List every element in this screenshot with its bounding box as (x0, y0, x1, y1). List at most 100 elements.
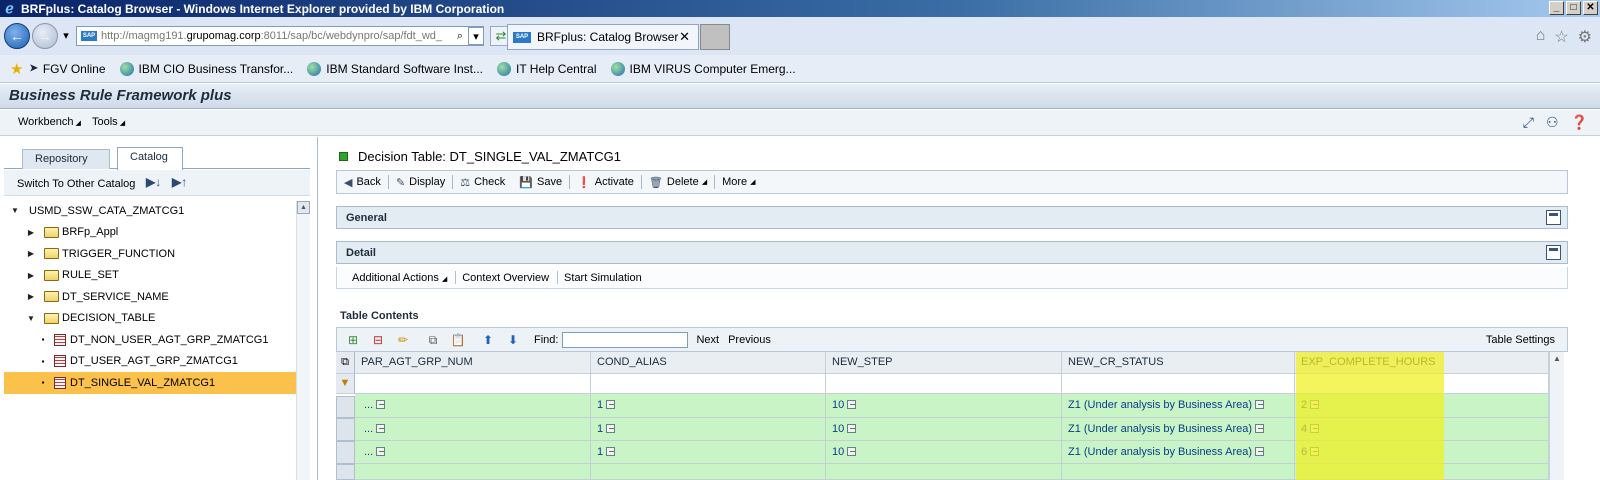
table-cell[interactable] (1062, 464, 1295, 480)
table-cell[interactable]: 6 (1295, 441, 1549, 464)
favorite-link[interactable]: IBM CIO Business Transfor... (119, 61, 293, 76)
tree-scrollbar[interactable]: ▲ (296, 201, 310, 480)
switch-catalog-button[interactable]: Switch To Other Catalog (17, 178, 135, 190)
previous-button[interactable]: Previous (728, 334, 771, 346)
filter-cell[interactable] (826, 374, 1062, 394)
column-header[interactable]: COND_ALIAS (591, 352, 826, 374)
address-dropdown-icon[interactable]: ▾ (468, 27, 484, 45)
edit-pencil-icon[interactable]: ✏ (394, 332, 412, 348)
add-favorite-icon[interactable]: ★ (10, 60, 23, 78)
fullscreen-icon[interactable]: ⤢ (1523, 114, 1534, 131)
filter-cell[interactable] (1062, 374, 1295, 394)
filter-cell[interactable] (355, 374, 591, 394)
table-cell[interactable]: ... (355, 441, 591, 464)
tree-leaf[interactable]: ▪ DT_NON_USER_AGT_GRP_ZMATCG1 (4, 329, 298, 351)
edit-cell-icon[interactable] (1310, 400, 1320, 409)
edit-cell-icon[interactable] (847, 424, 857, 433)
edit-cell-icon[interactable] (1255, 424, 1265, 433)
table-cell[interactable]: 10 (826, 394, 1062, 418)
save-button[interactable]: 💾 Save (512, 171, 569, 193)
browser-tab[interactable]: SAP BRFplus: Catalog Browser ✕ (507, 24, 699, 50)
close-tab-icon[interactable]: ✕ (679, 29, 690, 45)
back-nav-button[interactable]: ← (4, 23, 30, 49)
expand-icon[interactable]: ▶ (26, 292, 36, 301)
column-header[interactable]: NEW_CR_STATUS (1062, 352, 1295, 374)
tab-repository[interactable]: Repository (22, 149, 110, 169)
check-button[interactable]: ⚖ Check (453, 171, 512, 193)
expand-icon[interactable]: ▶ (26, 249, 36, 258)
favorites-star-icon[interactable]: ☆ (1554, 27, 1568, 47)
favorite-link[interactable]: IBM VIRUS Computer Emerg... (610, 61, 796, 76)
table-cell[interactable]: 1 (591, 394, 826, 418)
move-up-icon[interactable]: ⬆ (479, 332, 497, 348)
start-simulation-button[interactable]: Start Simulation (558, 272, 650, 284)
tree-folder[interactable]: ▶ TRIGGER_FUNCTION (4, 243, 298, 265)
table-cell[interactable] (355, 464, 591, 480)
expand-icon[interactable]: ▶ (26, 228, 36, 237)
edit-cell-icon[interactable] (1310, 447, 1320, 456)
favorite-link[interactable]: IT Help Central (497, 61, 597, 76)
table-cell[interactable]: 2 (1295, 394, 1549, 418)
detail-tray[interactable]: Detail (336, 241, 1568, 264)
filter-icon[interactable]: ▼ (336, 374, 355, 394)
table-cell[interactable] (826, 464, 1062, 480)
filter-cell[interactable] (591, 374, 826, 394)
close-window-button[interactable]: ✕ (1583, 1, 1598, 15)
tree-folder[interactable]: ▼ DECISION_TABLE (4, 308, 298, 330)
next-button[interactable]: Next (696, 334, 719, 346)
minimize-button[interactable]: _ (1549, 1, 1564, 15)
menu-workbench[interactable]: Workbench ◢ (18, 116, 81, 128)
edit-cell-icon[interactable] (1255, 400, 1265, 409)
column-header[interactable]: PAR_AGT_GRP_NUM (355, 352, 591, 374)
tree-leaf[interactable]: ▪ DT_USER_AGT_GRP_ZMATCG1 (4, 351, 298, 373)
edit-cell-icon[interactable] (847, 447, 857, 456)
maximize-button[interactable]: □ (1566, 1, 1581, 15)
edit-cell-icon[interactable] (1255, 447, 1265, 456)
table-cell[interactable]: ... (355, 418, 591, 441)
more-button[interactable]: More ◢ (715, 171, 762, 193)
sort-up-icon[interactable]: ▶↑ (172, 175, 187, 189)
table-cell[interactable]: Z1 (Under analysis by Business Area) (1062, 418, 1295, 441)
copy-icon[interactable]: ⧉ (424, 332, 442, 348)
filter-cell[interactable] (1295, 374, 1549, 394)
table-cell[interactable]: 10 (826, 441, 1062, 464)
forward-nav-button[interactable]: → (32, 23, 58, 49)
edit-cell-icon[interactable] (376, 424, 386, 433)
row-selector[interactable] (336, 418, 355, 441)
table-cell[interactable]: 1 (591, 418, 826, 441)
row-selector[interactable] (336, 441, 355, 464)
delete-row-icon[interactable]: ⊟ (369, 332, 387, 348)
history-dropdown-icon[interactable]: ▾ (58, 27, 74, 45)
edit-cell-icon[interactable] (1310, 424, 1320, 433)
general-tray[interactable]: General (336, 206, 1568, 229)
favorite-link[interactable]: ➤ FGV Online (29, 62, 105, 76)
delete-button[interactable]: 🗑 Delete ◢ (642, 171, 714, 193)
table-cell[interactable] (591, 464, 826, 480)
activate-button[interactable]: ❗ Activate (570, 171, 641, 193)
edit-cell-icon[interactable] (606, 400, 616, 409)
tree-leaf-selected[interactable]: ▪ DT_SINGLE_VAL_ZMATCG1 (4, 372, 298, 394)
tree-folder[interactable]: ▶ BRFp_Appl (4, 222, 298, 244)
grid-scrollbar[interactable]: ▲ (1549, 352, 1564, 480)
scroll-up-icon[interactable]: ▲ (1550, 352, 1564, 366)
edit-cell-icon[interactable] (376, 447, 386, 456)
table-cell[interactable] (1295, 464, 1549, 480)
find-input[interactable] (562, 331, 689, 348)
tab-catalog[interactable]: Catalog (117, 147, 183, 170)
column-header[interactable]: EXP_COMPLETE_HOURS (1295, 352, 1549, 374)
table-cell[interactable]: 1 (591, 441, 826, 464)
table-cell[interactable]: 4 (1295, 418, 1549, 441)
edit-cell-icon[interactable] (376, 400, 386, 409)
collapse-tray-icon[interactable] (1546, 245, 1561, 260)
edit-cell-icon[interactable] (847, 400, 857, 409)
scroll-up-icon[interactable]: ▲ (297, 201, 310, 214)
table-cell[interactable]: Z1 (Under analysis by Business Area) (1062, 394, 1295, 418)
context-overview-button[interactable]: Context Overview (456, 272, 557, 284)
table-cell[interactable]: 10 (826, 418, 1062, 441)
expand-icon[interactable]: ▶ (26, 271, 36, 280)
favorite-link[interactable]: IBM Standard Software Inst... (307, 61, 483, 76)
paste-icon[interactable]: 📋 (449, 332, 467, 348)
collapse-icon[interactable]: ▼ (26, 314, 36, 323)
tree-folder[interactable]: ▶ RULE_SET (4, 265, 298, 287)
insert-row-icon[interactable]: ⊞ (344, 332, 362, 348)
